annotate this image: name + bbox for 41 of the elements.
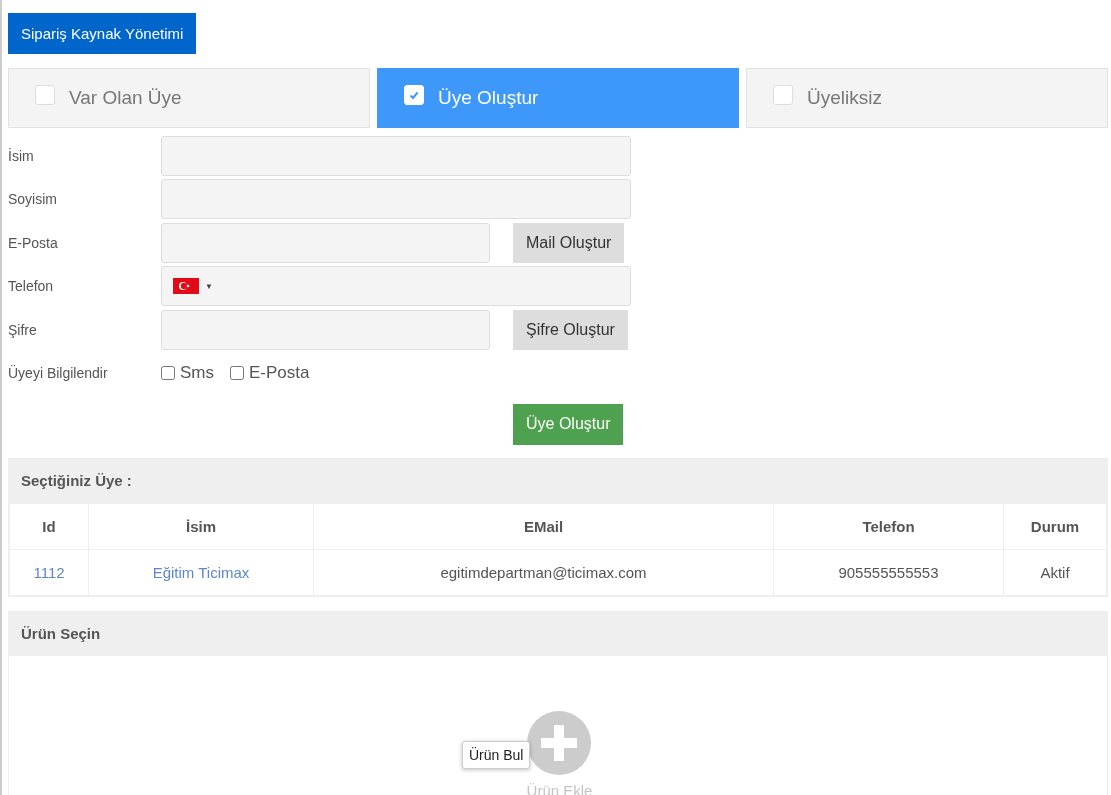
checkbox-icon <box>773 85 793 105</box>
field-label: Üyeyi Bilgilendir <box>8 365 109 382</box>
checkbox[interactable] <box>230 366 244 381</box>
generate-button[interactable]: Mail Oluştur <box>513 222 625 263</box>
table-cell: 905555555553 <box>773 549 1004 596</box>
checkbox-icon <box>404 85 424 105</box>
tab[interactable]: Üye Oluştur <box>377 68 739 128</box>
table-cell: egitimdepartman@ticimax.com <box>313 549 774 596</box>
tab[interactable]: Var Olan Üye <box>8 68 370 128</box>
field-label: Soyisim <box>8 191 58 208</box>
column-header: Telefon <box>773 503 1004 550</box>
checkbox-label: E-Posta <box>249 363 310 384</box>
table-cell: Aktif <box>1003 549 1107 596</box>
add-icon[interactable] <box>527 710 592 775</box>
input-field[interactable] <box>161 309 490 350</box>
field-label: E-Posta <box>8 234 59 251</box>
input-field[interactable] <box>161 179 631 220</box>
dropdown-arrow[interactable]: ▼ <box>205 281 213 291</box>
tab[interactable]: Üyeliksiz <box>746 68 1108 128</box>
column-header: EMail <box>313 503 774 550</box>
column-header: Id <box>9 503 89 550</box>
panel-header: Ürün Seçin <box>9 611 1107 656</box>
checkbox-icon <box>35 85 55 105</box>
generate-button[interactable]: Şifre Oluştur <box>513 309 628 350</box>
phone-field[interactable]: ▼ <box>161 266 631 307</box>
checkbox-label: Sms <box>180 363 214 384</box>
field-label: İsim <box>8 147 35 164</box>
table-cell[interactable]: 1112 <box>9 549 89 596</box>
input-field[interactable] <box>161 222 490 263</box>
header-button[interactable]: Sipariş Kaynak Yönetimi <box>8 13 197 54</box>
create-member-button[interactable]: Üye Oluştur <box>513 403 624 445</box>
column-header: İsim <box>88 503 314 550</box>
panel-header: Seçtiğiniz Üye : <box>9 458 1107 503</box>
field-label: Şifre <box>8 321 38 338</box>
checkbox[interactable] <box>161 366 175 381</box>
field-label: Telefon <box>8 278 55 295</box>
column-header: Durum <box>1003 503 1107 550</box>
table-cell[interactable]: Eğitim Ticimax <box>88 549 314 596</box>
flag-icon <box>173 278 199 295</box>
input-field[interactable] <box>161 135 631 176</box>
tooltip: Ürün Bul <box>461 740 531 769</box>
